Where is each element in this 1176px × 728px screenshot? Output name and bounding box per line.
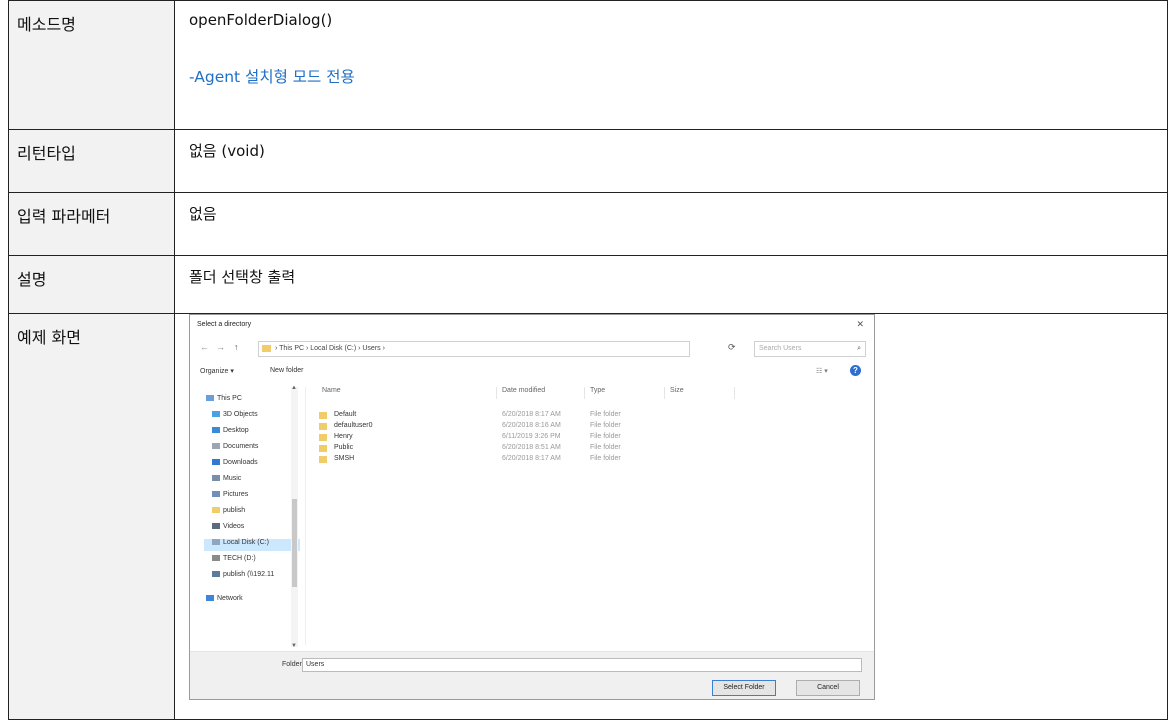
scrollbar-thumb[interactable] <box>292 499 297 587</box>
spec-row-input-params: 입력 파라메터 없음 <box>8 192 1168 256</box>
nav-item-tech-drive[interactable]: TECH (D:) <box>212 555 256 567</box>
row-label-input-params: 입력 파라메터 <box>8 192 175 256</box>
nav-scrollbar[interactable]: ▲ ▼ <box>291 385 298 649</box>
nav-item-pictures[interactable]: Pictures <box>212 491 248 503</box>
refresh-icon[interactable]: ⟳ <box>728 342 736 353</box>
method-signature: openFolderDialog() <box>189 11 333 29</box>
folder-icon <box>319 412 327 419</box>
column-header-size[interactable]: Size <box>670 387 684 394</box>
file-list: Name Date modified Type Size Default 6/20… <box>314 387 866 645</box>
file-row[interactable]: Henry 6/11/2019 3:26 PM File folder <box>314 433 734 444</box>
back-arrow-icon[interactable]: ← <box>200 342 209 352</box>
close-icon[interactable]: ✕ <box>856 319 864 330</box>
column-divider[interactable] <box>584 387 585 399</box>
row-value-input-params: 없음 <box>174 192 1168 256</box>
document-icon <box>212 443 220 450</box>
folder-icon <box>319 456 327 463</box>
folder-name-input[interactable]: Users <box>302 658 862 672</box>
cancel-button[interactable]: Cancel <box>796 680 860 696</box>
column-divider[interactable] <box>496 387 497 399</box>
organize-button[interactable]: Organize ▾ <box>200 367 234 375</box>
row-label-example: 예제 화면 <box>8 313 175 720</box>
agent-mode-note: -Agent 설치형 모드 전용 <box>189 68 355 86</box>
nav-item-this-pc[interactable]: This PC <box>206 395 242 407</box>
column-header-name[interactable]: Name <box>322 387 341 394</box>
download-icon <box>212 459 220 466</box>
folder-label: Folder: <box>282 661 304 668</box>
row-value-return-type: 없음 (void) <box>174 129 1168 193</box>
breadcrumb: › This PC › Local Disk (C:) › Users › <box>275 345 385 352</box>
file-row[interactable]: Default 6/20/2018 8:17 AM File folder <box>314 411 734 422</box>
desktop-icon <box>212 427 220 434</box>
column-divider[interactable] <box>664 387 665 399</box>
picture-icon <box>212 491 220 498</box>
search-placeholder: Search Users <box>759 345 802 352</box>
file-row[interactable]: SMSH 6/20/2018 8:17 AM File folder <box>314 455 734 466</box>
dialog-toolbar: Organize ▾ New folder ☷ ▾ ? <box>198 365 866 381</box>
new-folder-button[interactable]: New folder <box>270 367 303 374</box>
up-arrow-icon[interactable]: ↑ <box>234 342 239 352</box>
dialog-title: Select a directory <box>197 321 252 328</box>
select-folder-button[interactable]: Select Folder <box>712 680 776 696</box>
search-input[interactable]: Search Users ⌕ <box>754 341 866 357</box>
nav-item-local-disk[interactable]: Local Disk (C:) <box>204 539 300 551</box>
row-value-description: 폴더 선택창 출력 <box>174 255 1168 314</box>
nav-item-downloads[interactable]: Downloads <box>212 459 258 471</box>
file-row[interactable]: defaultuser0 6/20/2018 8:16 AM File folder <box>314 422 734 433</box>
navigation-bar: ← → ↑ › This PC › Local Disk (C:) › User… <box>198 341 866 357</box>
video-icon <box>212 523 220 530</box>
scroll-up-icon[interactable]: ▲ <box>291 385 297 391</box>
row-label-return-type: 리턴타입 <box>8 129 175 193</box>
nav-item-publish[interactable]: publish <box>212 507 245 519</box>
computer-icon <box>206 395 214 402</box>
folder-icon <box>262 345 271 352</box>
file-row[interactable]: Public 6/20/2018 8:51 AM File folder <box>314 444 734 455</box>
navigation-pane: This PC 3D Objects Desktop Documents Dow… <box>198 387 306 645</box>
column-header-date[interactable]: Date modified <box>502 387 545 394</box>
music-note-icon <box>212 475 220 482</box>
nav-item-music[interactable]: Music <box>212 475 241 487</box>
nav-item-network-share[interactable]: publish (\\192.11 <box>212 571 274 583</box>
nav-item-documents[interactable]: Documents <box>212 443 258 455</box>
spec-row-example: 예제 화면 Select a directory ✕ ← → ↑ › This … <box>8 313 1168 720</box>
help-icon[interactable]: ? <box>850 365 861 376</box>
search-icon: ⌕ <box>857 345 861 352</box>
method-spec-table: 메소드명 openFolderDialog() -Agent 설치형 모드 전용… <box>8 0 1168 720</box>
spec-row-return-type: 리턴타입 없음 (void) <box>8 129 1168 193</box>
nav-item-videos[interactable]: Videos <box>212 523 244 535</box>
view-options-icon[interactable]: ☷ ▾ <box>816 367 828 375</box>
network-drive-icon <box>212 571 220 578</box>
row-label-description: 설명 <box>8 255 175 314</box>
nav-item-3d-objects[interactable]: 3D Objects <box>212 411 258 423</box>
drive-icon <box>212 539 220 546</box>
row-label-method-name: 메소드명 <box>8 0 175 130</box>
folder-icon <box>319 423 327 430</box>
column-header-type[interactable]: Type <box>590 387 605 394</box>
address-bar[interactable]: › This PC › Local Disk (C:) › Users › <box>258 341 690 357</box>
scroll-down-icon[interactable]: ▼ <box>291 643 297 649</box>
spec-row-method-name: 메소드명 openFolderDialog() -Agent 설치형 모드 전용 <box>8 0 1168 130</box>
cube-icon <box>212 411 220 418</box>
folder-dialog-screenshot: Select a directory ✕ ← → ↑ › This PC › L… <box>189 314 875 700</box>
folder-icon <box>212 507 220 514</box>
dialog-footer: Folder: Users Select Folder Cancel <box>190 651 874 699</box>
folder-icon <box>319 434 327 441</box>
nav-item-network[interactable]: Network <box>206 595 243 607</box>
spec-row-description: 설명 폴더 선택창 출력 <box>8 255 1168 314</box>
network-icon <box>206 595 214 602</box>
row-value-method-name: openFolderDialog() -Agent 설치형 모드 전용 <box>174 0 1168 130</box>
folder-icon <box>319 445 327 452</box>
column-divider[interactable] <box>734 387 735 399</box>
nav-item-desktop[interactable]: Desktop <box>212 427 249 439</box>
row-value-example: Select a directory ✕ ← → ↑ › This PC › L… <box>174 313 1168 720</box>
drive-icon <box>212 555 220 562</box>
forward-arrow-icon[interactable]: → <box>216 342 225 352</box>
